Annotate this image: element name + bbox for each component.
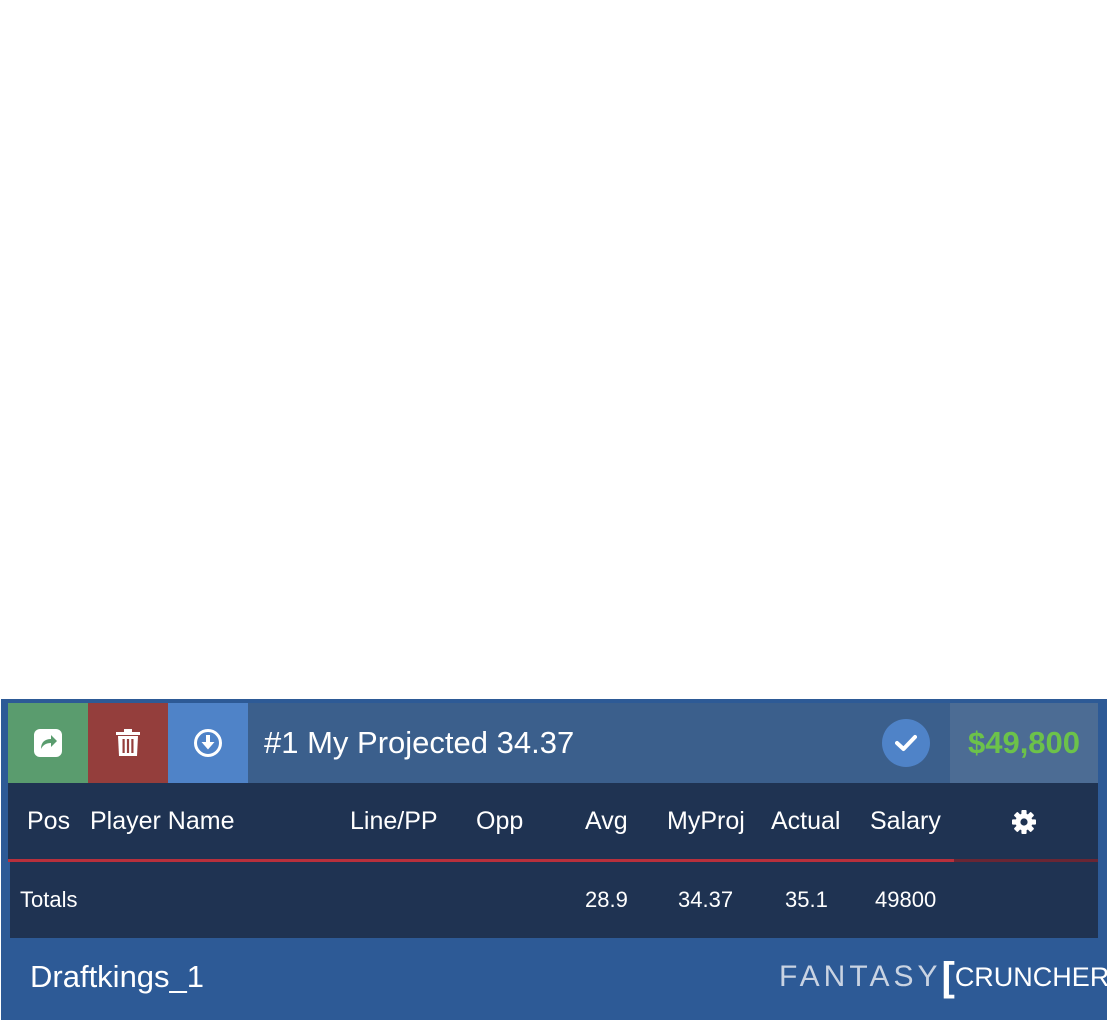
lineup-toolbar: #1 My Projected 34.37 $49,800 <box>8 703 1098 783</box>
delete-button[interactable] <box>88 703 168 783</box>
confirm-wrap <box>882 703 950 783</box>
site-name: Draftkings_1 <box>30 959 205 994</box>
column-header-player-name[interactable]: Player Name <box>90 783 235 859</box>
column-header-avg[interactable]: Avg <box>585 783 628 859</box>
logo-text-fantasy: FANTASY <box>779 960 942 993</box>
totals-row: Totals 28.9 34.37 35.1 49800 <box>10 862 1098 938</box>
lineup-panel: #1 My Projected 34.37 $49,800 Pos Player… <box>1 699 1114 1020</box>
lineup-card: #1 My Projected 34.37 $49,800 Pos Player… <box>8 703 1098 938</box>
column-header-actual[interactable]: Actual <box>771 783 840 859</box>
lineup-footer: Draftkings_1 FANTASY [ CRUNCHER ] <box>1 938 1114 1020</box>
salary-total: $49,800 <box>950 703 1098 783</box>
trash-icon <box>116 729 140 756</box>
share-icon <box>34 729 62 757</box>
totals-salary: 49800 <box>875 887 937 912</box>
column-header-line-pp[interactable]: Line/PP <box>350 783 438 859</box>
fantasy-cruncher-logo: FANTASY [ CRUNCHER ] <box>779 956 1114 998</box>
totals-label: Totals <box>20 887 78 912</box>
check-icon <box>895 735 917 751</box>
table-header: Pos Player Name Line/PP Opp Avg MyProj A… <box>8 783 1098 862</box>
share-button[interactable] <box>8 703 88 783</box>
column-header-salary[interactable]: Salary <box>870 783 941 859</box>
column-header-myproj[interactable]: MyProj <box>667 783 745 859</box>
logo-open-bracket: [ <box>941 955 955 999</box>
totals-myproj: 34.37 <box>678 887 734 912</box>
download-icon <box>194 729 222 757</box>
gear-icon[interactable] <box>1011 809 1037 835</box>
totals-actual: 35.1 <box>785 887 828 912</box>
column-header-opp[interactable]: Opp <box>476 783 523 859</box>
totals-avg: 28.9 <box>585 887 628 912</box>
lineup-title: #1 My Projected 34.37 <box>264 725 575 760</box>
page: #1 My Projected 34.37 $49,800 Pos Player… <box>0 0 1114 1020</box>
logo-text-cruncher: CRUNCHER <box>954 961 1110 992</box>
logo-close-bracket: ] <box>1109 957 1114 997</box>
confirm-button[interactable] <box>882 719 930 767</box>
download-button[interactable] <box>168 703 248 783</box>
column-header-pos[interactable]: Pos <box>27 783 70 859</box>
